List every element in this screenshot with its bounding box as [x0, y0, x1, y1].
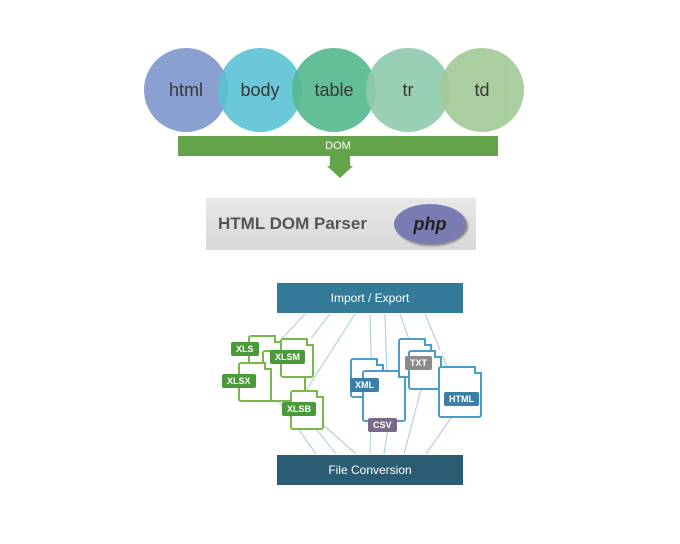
dom-node-label: html	[169, 80, 203, 101]
parser-title: HTML DOM Parser	[218, 214, 367, 234]
file-tag-xml: XML	[350, 378, 379, 392]
dom-node-label: td	[474, 80, 489, 101]
dom-node-body: body	[218, 48, 302, 132]
file-tag-xlsb: XLSB	[282, 402, 316, 416]
file-tag-html: HTML	[444, 392, 479, 406]
dom-bar-label: DOM	[325, 140, 351, 152]
file-tag-xls: XLS	[231, 342, 259, 356]
php-logo-label: php	[394, 204, 466, 244]
import-export-label: Import / Export	[331, 291, 410, 305]
dom-node-label: tr	[403, 80, 414, 101]
import-export-bar: Import / Export	[277, 283, 463, 313]
file-tag-xlsm: XLSM	[270, 350, 305, 364]
dom-node-td: td	[440, 48, 524, 132]
dom-node-label: table	[314, 80, 353, 101]
dom-node-html: html	[144, 48, 228, 132]
file-tag-xlsx: XLSX	[222, 374, 256, 388]
file-conversion-bar: File Conversion	[277, 455, 463, 485]
file-tag-csv: CSV	[368, 418, 397, 432]
dom-arrow-head-icon	[327, 166, 353, 178]
dom-node-tr: tr	[366, 48, 450, 132]
php-logo-icon: php	[394, 204, 466, 244]
parser-box: HTML DOM Parser php	[206, 198, 476, 250]
dom-node-label: body	[240, 80, 279, 101]
dom-node-table: table	[292, 48, 376, 132]
dom-bar: DOM	[178, 136, 498, 156]
file-conversion-label: File Conversion	[328, 463, 411, 477]
dom-arrow-icon	[330, 156, 350, 166]
file-tag-txt: TXT	[405, 356, 432, 370]
